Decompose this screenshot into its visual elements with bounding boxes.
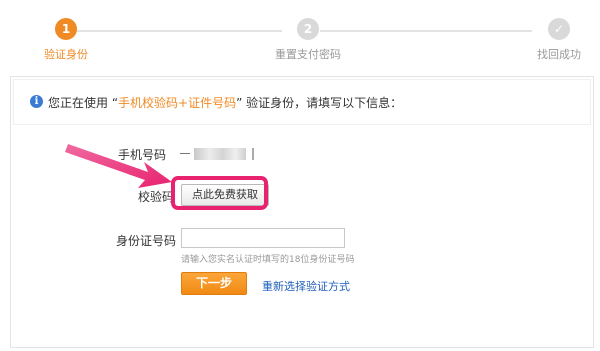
reselect-method-link[interactable]: 重新选择验证方式 (262, 278, 350, 294)
notice-suffix: ” 验证身份，请填写以下信息： (236, 96, 403, 110)
next-step-button[interactable]: 下一步 (181, 272, 247, 295)
info-notice: i 您正在使用 “手机校验码+证件号码” 验证身份，请填写以下信息： (13, 79, 591, 125)
notice-highlight: 手机校验码+证件号码 (118, 96, 237, 110)
step-success: ✓ 找回成功 (524, 18, 594, 62)
step-number: 1 (55, 18, 77, 40)
id-number-input[interactable] (181, 228, 345, 248)
id-number-hint: 请输入您实名认证时填写的18位身份证号码 (181, 255, 355, 265)
notice-text: 您正在使用 “手机校验码+证件号码” 验证身份，请填写以下信息： (48, 94, 402, 111)
progress-steps: 1 验证身份 2 重置支付密码 ✓ 找回成功 (0, 0, 600, 62)
checkmark-icon: ✓ (548, 18, 570, 40)
annotation-highlight-ring (171, 176, 268, 210)
annotation-arrow-icon (65, 144, 172, 188)
step-verify-identity: 1 验证身份 (34, 18, 98, 62)
step-label: 重置支付密码 (275, 48, 341, 61)
step-number: 2 (297, 18, 319, 40)
phone-number-masked (180, 147, 270, 161)
step-label: 找回成功 (537, 48, 581, 61)
verification-panel: i 您正在使用 “手机校验码+证件号码” 验证身份，请填写以下信息： (10, 76, 594, 348)
info-icon: i (30, 95, 43, 108)
id-number-label: 身份证号码 (116, 234, 177, 248)
step-connector (72, 30, 282, 32)
step-reset-password: 2 重置支付密码 (263, 18, 353, 62)
notice-prefix: 您正在使用 “ (48, 96, 119, 110)
step-label: 验证身份 (44, 48, 88, 61)
